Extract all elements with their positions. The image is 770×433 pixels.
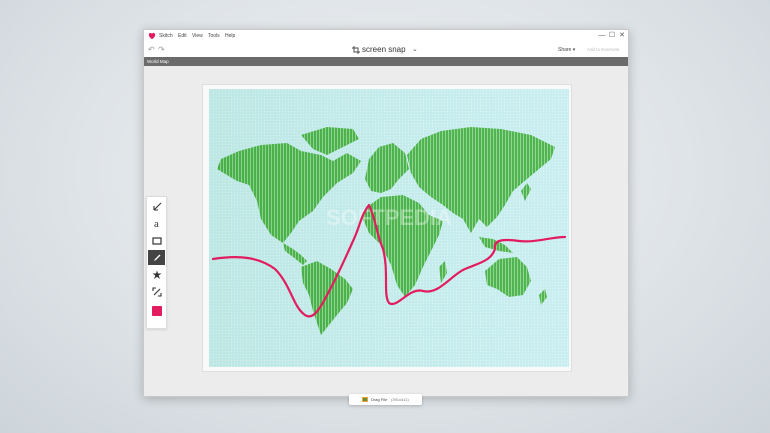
arrow-tool[interactable] bbox=[148, 199, 165, 214]
skitch-logo-icon bbox=[148, 32, 156, 40]
pen-tool[interactable] bbox=[148, 250, 165, 265]
share-button[interactable]: Share ▾ bbox=[558, 47, 575, 53]
app-window: Skitch Edit View Tools Help — ☐ ✕ ↶ ↷ sc… bbox=[143, 29, 629, 397]
stamp-icon bbox=[152, 270, 161, 279]
stamp-tool[interactable] bbox=[148, 267, 165, 282]
tool-palette: a bbox=[146, 196, 167, 329]
redo-button[interactable]: ↷ bbox=[158, 45, 165, 54]
menu-bar: Skitch Edit View Tools Help — ☐ ✕ bbox=[144, 30, 628, 43]
text-icon: a bbox=[154, 217, 159, 230]
toolbar: ↶ ↷ screen snap ⌄ Share ▾ Add to Evernot… bbox=[144, 43, 628, 58]
add-to-evernote-button[interactable]: Add to Evernote bbox=[587, 47, 619, 52]
menu-edit[interactable]: Edit bbox=[178, 33, 187, 39]
undo-button[interactable]: ↶ bbox=[148, 45, 155, 54]
image-file-icon bbox=[362, 397, 368, 402]
document-title[interactable]: screen snap bbox=[362, 45, 406, 54]
rectangle-tool[interactable] bbox=[148, 233, 165, 248]
crop-tool[interactable] bbox=[148, 284, 165, 299]
tab-bar: World Map bbox=[144, 57, 628, 66]
watermark: SOFTPEDIA bbox=[326, 205, 452, 230]
menu-skitch[interactable]: Skitch bbox=[159, 33, 173, 39]
arrow-icon bbox=[152, 202, 161, 211]
canvas-area[interactable]: SOFTPEDIA a bbox=[144, 66, 628, 396]
minimize-button[interactable]: — bbox=[597, 31, 607, 40]
chevron-down-icon[interactable]: ⌄ bbox=[412, 45, 418, 53]
color-swatch bbox=[151, 305, 162, 316]
drag-file-bar[interactable]: Drag File (391x411) bbox=[349, 394, 422, 405]
close-button[interactable]: ✕ bbox=[617, 31, 627, 40]
menu-tools[interactable]: Tools bbox=[208, 33, 220, 39]
text-tool[interactable]: a bbox=[148, 216, 165, 231]
image-frame: SOFTPEDIA bbox=[202, 84, 572, 372]
menu-view[interactable]: View bbox=[192, 33, 203, 39]
rectangle-icon bbox=[151, 236, 162, 245]
image-size-label: (391x411) bbox=[391, 397, 409, 402]
tab-title[interactable]: World Map bbox=[147, 59, 169, 64]
menu-help[interactable]: Help bbox=[225, 33, 235, 39]
snap-crop-icon bbox=[352, 46, 360, 54]
world-map-image[interactable]: SOFTPEDIA bbox=[209, 89, 569, 367]
drag-file-label: Drag File bbox=[371, 397, 388, 402]
maximize-button[interactable]: ☐ bbox=[607, 31, 617, 40]
crop-icon bbox=[151, 286, 162, 297]
pen-icon bbox=[153, 254, 160, 261]
color-picker[interactable] bbox=[148, 303, 165, 318]
